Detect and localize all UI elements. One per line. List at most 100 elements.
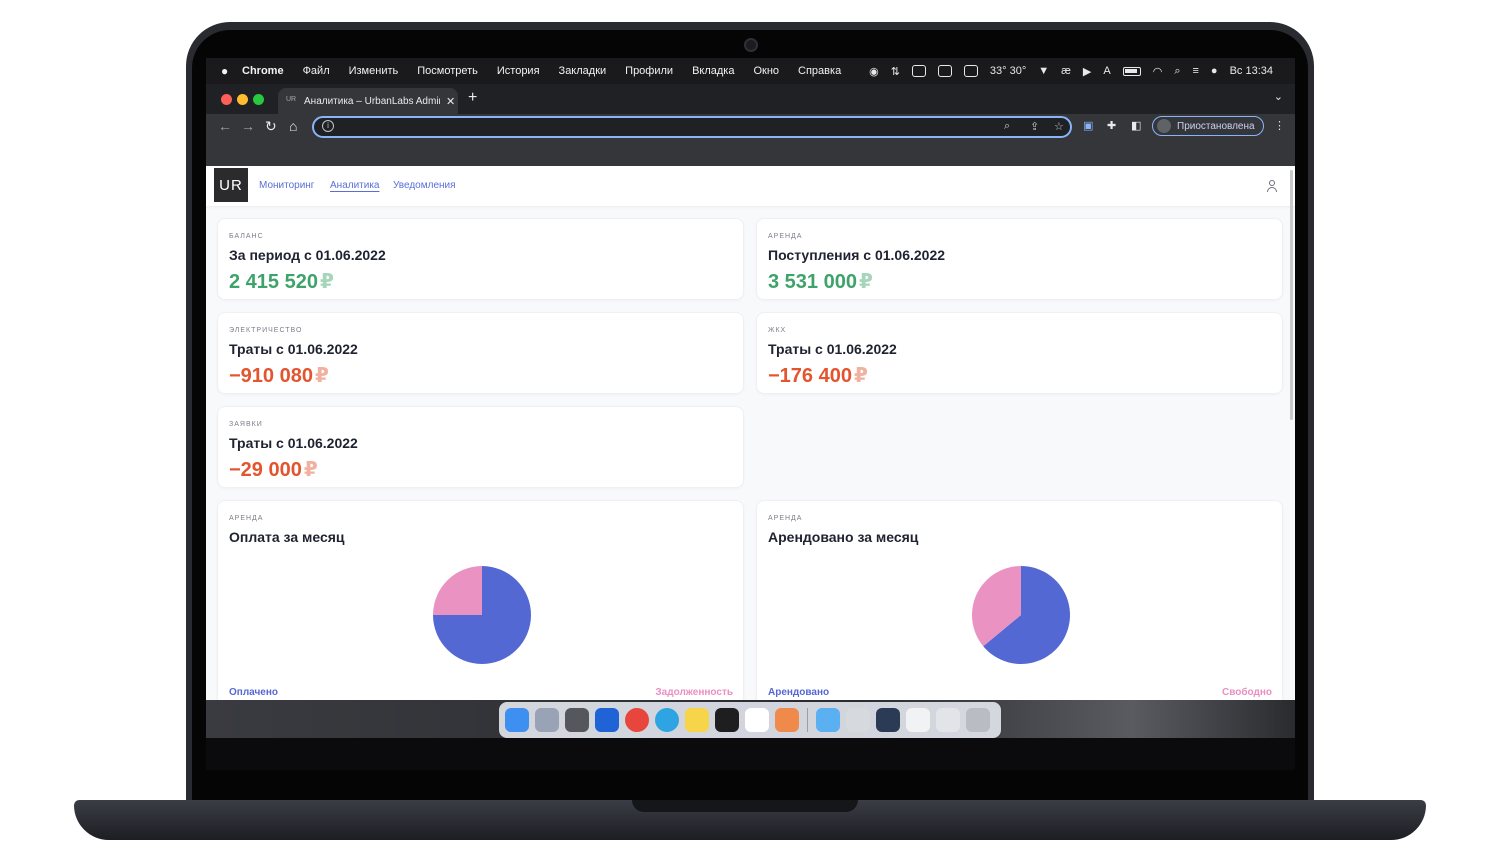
siri-icon[interactable]: ● <box>1211 65 1218 77</box>
ae-icon[interactable]: æ <box>1061 65 1071 77</box>
recent-file-icon[interactable] <box>936 708 960 732</box>
recent-document-icon[interactable] <box>906 708 930 732</box>
control-center-icon[interactable]: ≡ <box>1193 65 1199 77</box>
user-icon[interactable] <box>1267 180 1277 192</box>
sliders-icon[interactable]: ⇅ <box>891 65 900 78</box>
card-caption: электричество <box>229 327 303 334</box>
chrome-icon[interactable] <box>625 708 649 732</box>
address-bar[interactable]: i ⌕ ⇪ ☆ <box>312 116 1072 138</box>
dock-separator <box>807 708 808 732</box>
keyboard-layout-icon[interactable]: A <box>1103 65 1110 77</box>
chart-title: Оплата за месяц <box>229 529 345 545</box>
chart-caption: аренда <box>229 515 264 522</box>
tab-favicon: UR <box>286 96 297 103</box>
menu-tab[interactable]: Вкладка <box>692 65 734 77</box>
legend-debt: Задолженность <box>655 687 733 698</box>
telegram-icon[interactable] <box>655 708 679 732</box>
profile-button[interactable]: Приостановлена <box>1152 116 1264 136</box>
card-value: −910 080 ₽ <box>229 365 329 387</box>
minimize-window-button[interactable] <box>237 94 248 105</box>
home-icon[interactable]: ⌂ <box>289 118 297 134</box>
pie-chart-rented <box>971 566 1070 664</box>
share-icon[interactable]: ⇪ <box>1030 120 1039 133</box>
finder-icon[interactable] <box>505 708 529 732</box>
device-icon[interactable] <box>963 65 978 77</box>
card-requests: заявки Траты с 01.06.2022 −29 000 ₽ <box>217 406 744 488</box>
profile-status: Приостановлена <box>1177 120 1255 132</box>
menu-clock[interactable]: Вс 13:34 <box>1230 65 1273 77</box>
nav-analytics[interactable]: Аналитика <box>330 180 380 191</box>
trash-icon[interactable] <box>966 708 990 732</box>
display-icon[interactable] <box>911 65 926 77</box>
menu-edit[interactable]: Изменить <box>349 65 399 77</box>
weather-readout[interactable]: 33° 30° <box>990 65 1026 77</box>
menu-history[interactable]: История <box>497 65 540 77</box>
bezel-bottom <box>206 738 1295 770</box>
slack-icon[interactable] <box>745 708 769 732</box>
card-title: Траты с 01.06.2022 <box>229 341 358 357</box>
bookmark-star-icon[interactable]: ☆ <box>1054 120 1064 133</box>
menu-profiles[interactable]: Профили <box>625 65 673 77</box>
recent-app-icon[interactable] <box>876 708 900 732</box>
side-panel-icon[interactable]: ◧ <box>1131 119 1141 132</box>
extensions-icon[interactable]: ✚ <box>1107 119 1116 132</box>
page-scrollbar[interactable] <box>1290 170 1293 420</box>
reload-icon[interactable]: ↻ <box>265 118 277 135</box>
play-icon[interactable]: ▶ <box>1083 65 1091 78</box>
card-utilities: жкх Траты с 01.06.2022 −176 400 ₽ <box>756 312 1283 394</box>
card-title: Траты с 01.06.2022 <box>768 341 897 357</box>
menu-app-name[interactable]: Chrome <box>242 65 284 77</box>
menu-help[interactable]: Справка <box>798 65 841 77</box>
apple-icon[interactable]: ● <box>221 64 232 78</box>
active-tab[interactable]: UR Аналитика – UrbanLabs Admin ✕ <box>278 88 458 114</box>
wechat-icon[interactable]: ◉ <box>869 65 879 78</box>
notes-icon[interactable] <box>685 708 709 732</box>
chart-card-payment: аренда Оплата за месяц Оплачено Задолжен… <box>217 500 744 700</box>
new-tab-button[interactable]: + <box>468 89 477 107</box>
phone-icon[interactable] <box>937 65 952 77</box>
folder-icon[interactable] <box>816 708 840 732</box>
recent-window-icon[interactable] <box>846 708 870 732</box>
nav-monitoring[interactable]: Мониторинг <box>259 180 314 191</box>
launchpad-icon[interactable] <box>535 708 559 732</box>
bookmarks-bar <box>206 140 1295 166</box>
menu-file[interactable]: Файл <box>303 65 330 77</box>
stage: ● Chrome Файл Изменить Посмотреть Истори… <box>0 0 1489 866</box>
tab-strip: UR Аналитика – UrbanLabs Admin ✕ + ⌄ <box>206 84 1295 114</box>
translate-icon[interactable]: ▣ <box>1083 119 1093 132</box>
pixelmator-icon[interactable] <box>775 708 799 732</box>
tab-title: Аналитика – UrbanLabs Admin <box>304 95 440 107</box>
camera <box>744 38 758 52</box>
status-area: ◉ ⇅ 33° 30° ▼ æ ▶ A ◠ ⌕ ≡ ● Вс 13:34 <box>869 58 1273 84</box>
card-caption: заявки <box>229 421 263 428</box>
card-caption: аренда <box>768 233 803 240</box>
nav-notifications[interactable]: Уведомления <box>393 180 456 191</box>
zoom-window-button[interactable] <box>253 94 264 105</box>
webstorm-icon[interactable] <box>595 708 619 732</box>
forward-icon[interactable]: → <box>241 118 255 134</box>
search-icon[interactable]: ⌕ <box>1174 65 1180 78</box>
close-window-button[interactable] <box>221 94 232 105</box>
wifi-icon[interactable]: ◠ <box>1153 65 1163 78</box>
card-value: −29 000 ₽ <box>229 459 318 481</box>
card-electricity: электричество Траты с 01.06.2022 −910 08… <box>217 312 744 394</box>
browser-menu-icon[interactable]: ⋮ <box>1274 119 1285 132</box>
app-logo[interactable]: UR <box>214 168 248 202</box>
shield-icon[interactable]: ▼ <box>1038 65 1049 77</box>
back-icon[interactable]: ← <box>218 118 232 134</box>
battery-icon[interactable] <box>1122 66 1141 76</box>
menu-bar: ● Chrome Файл Изменить Посмотреть Истори… <box>206 58 1295 84</box>
menu-view[interactable]: Посмотреть <box>417 65 478 77</box>
card-balance: баланс За период с 01.06.2022 2 415 520 ₽ <box>217 218 744 300</box>
menu-bookmarks[interactable]: Закладки <box>559 65 607 77</box>
menu-window[interactable]: Окно <box>753 65 779 77</box>
close-tab-icon[interactable]: ✕ <box>446 95 455 108</box>
card-caption: баланс <box>229 233 264 240</box>
legend-rented: Арендовано <box>768 687 830 698</box>
zoom-search-icon[interactable]: ⌕ <box>1004 120 1010 133</box>
tab-search-icon[interactable]: ⌄ <box>1274 90 1283 103</box>
screenshot-icon[interactable] <box>565 708 589 732</box>
legend-paid: Оплачено <box>229 687 278 698</box>
terminal-icon[interactable] <box>715 708 739 732</box>
site-info-icon[interactable]: i <box>322 120 334 132</box>
